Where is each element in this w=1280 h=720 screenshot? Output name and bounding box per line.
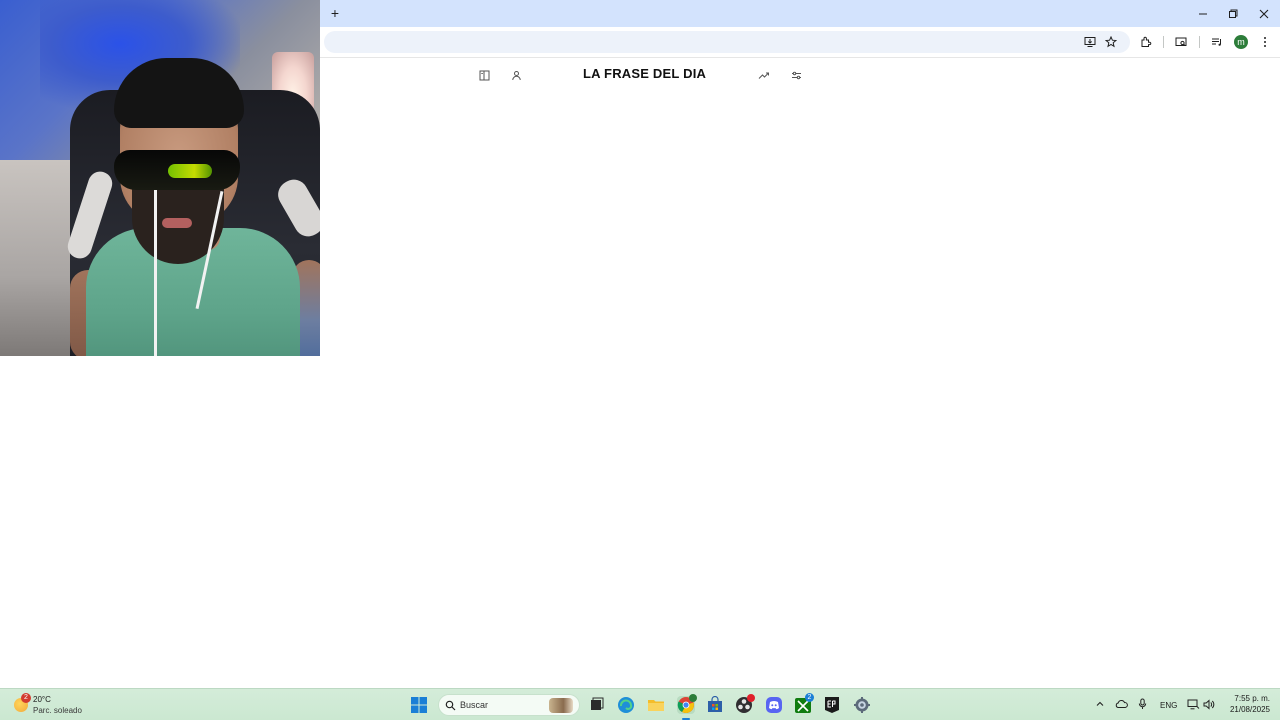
bookmark-button[interactable] [1104, 35, 1118, 49]
obs-recording-badge [747, 694, 755, 702]
lips [162, 218, 192, 228]
network-icon [1187, 699, 1199, 709]
chrome-app[interactable] [677, 694, 697, 714]
sidebar-toggle-button[interactable] [477, 68, 491, 82]
chrome-profile-badge [689, 694, 697, 702]
cloud-sync-icon [1115, 699, 1128, 708]
page-title: LA FRASE DEL DIA [583, 66, 707, 81]
epic-games-app[interactable] [823, 696, 841, 714]
start-button[interactable] [410, 696, 428, 714]
sidebar-icon [479, 70, 489, 80]
search-highlight-art [549, 698, 573, 713]
file-explorer-app[interactable] [647, 696, 665, 714]
trending-icon [758, 72, 769, 79]
start-icon [411, 697, 427, 713]
profile-button[interactable] [509, 68, 523, 82]
epic-games-icon [825, 697, 839, 713]
microphone-icon [1138, 698, 1146, 709]
toolbar-bottom-border [320, 57, 1280, 58]
install-app-icon [1084, 37, 1096, 47]
toolbar-divider [1163, 36, 1164, 48]
clock-time: 7:55 p. m. [1234, 694, 1270, 703]
microphone-tray-button[interactable] [1136, 697, 1148, 711]
store-app[interactable] [706, 695, 724, 714]
weather-condition: Parc. soleado [33, 706, 82, 715]
obs-app[interactable] [735, 694, 755, 714]
settings-icon [854, 697, 870, 713]
plus-icon: + [330, 5, 340, 21]
clock-date: 21/08/2025 [1229, 705, 1270, 714]
task-view-button[interactable] [587, 696, 605, 714]
edge-icon [618, 697, 634, 713]
speaker-icon [1203, 698, 1215, 710]
webcam-overlay [0, 0, 320, 356]
person-icon [511, 70, 521, 80]
profile-avatar[interactable]: m [1234, 35, 1248, 49]
install-app-button[interactable] [1083, 35, 1097, 49]
tab-search-icon [1175, 37, 1187, 46]
tab-strip: + [320, 0, 1280, 27]
browser-toolbar: m [320, 27, 1280, 57]
toolbar-divider-2 [1199, 36, 1200, 48]
discord-icon [766, 697, 782, 713]
file-explorer-icon [648, 700, 664, 711]
settings-sliders-icon [791, 71, 801, 79]
task-view-icon [591, 697, 604, 710]
system-clock[interactable]: 7:55 p. m. 21/08/2025 [1220, 693, 1270, 715]
restore-button[interactable] [1226, 7, 1240, 21]
onedrive-tray-button[interactable] [1114, 698, 1128, 710]
show-hidden-icons-button[interactable] [1094, 698, 1106, 710]
weather-badge: 2 [21, 693, 31, 703]
weather-temperature: 20°C [33, 695, 51, 704]
xbox-badge: 2 [805, 693, 814, 702]
restore-icon [1229, 9, 1238, 18]
search-placeholder: Buscar [460, 700, 489, 710]
kebab-menu-icon [1264, 37, 1266, 47]
taskbar-search[interactable]: Buscar [438, 694, 580, 716]
volume-tray-button[interactable] [1202, 698, 1216, 710]
chevron-up-icon [1096, 701, 1104, 706]
media-icon [1212, 38, 1221, 46]
star-icon [1105, 36, 1117, 48]
settings-button[interactable] [789, 68, 803, 82]
lens-reflection [168, 164, 212, 178]
media-controls-button[interactable] [1210, 35, 1224, 49]
tab-search-button[interactable] [1174, 35, 1188, 49]
new-tab-button[interactable]: + [328, 5, 342, 21]
store-icon [708, 695, 722, 712]
language-indicator[interactable]: ENG [1160, 701, 1177, 710]
windows-taskbar: 2 20°C Parc. soleado Buscar 2 ENG 7:55 p… [0, 688, 1280, 720]
trending-button[interactable] [757, 68, 771, 82]
xbox-app[interactable]: 2 [794, 693, 814, 714]
minimize-button[interactable] [1196, 7, 1210, 21]
address-bar[interactable] [324, 31, 1130, 53]
search-icon [445, 700, 456, 711]
edge-app[interactable] [617, 696, 635, 714]
settings-app[interactable] [853, 696, 871, 714]
network-tray-button[interactable] [1186, 698, 1200, 710]
earphone-cable-left [154, 190, 157, 356]
discord-app[interactable] [765, 696, 783, 714]
close-window-button[interactable] [1257, 7, 1271, 21]
close-icon [1259, 9, 1269, 19]
minimize-icon [1199, 13, 1207, 15]
browser-menu-button[interactable] [1258, 35, 1272, 49]
extensions-icon [1141, 36, 1152, 47]
extensions-button[interactable] [1139, 35, 1153, 49]
